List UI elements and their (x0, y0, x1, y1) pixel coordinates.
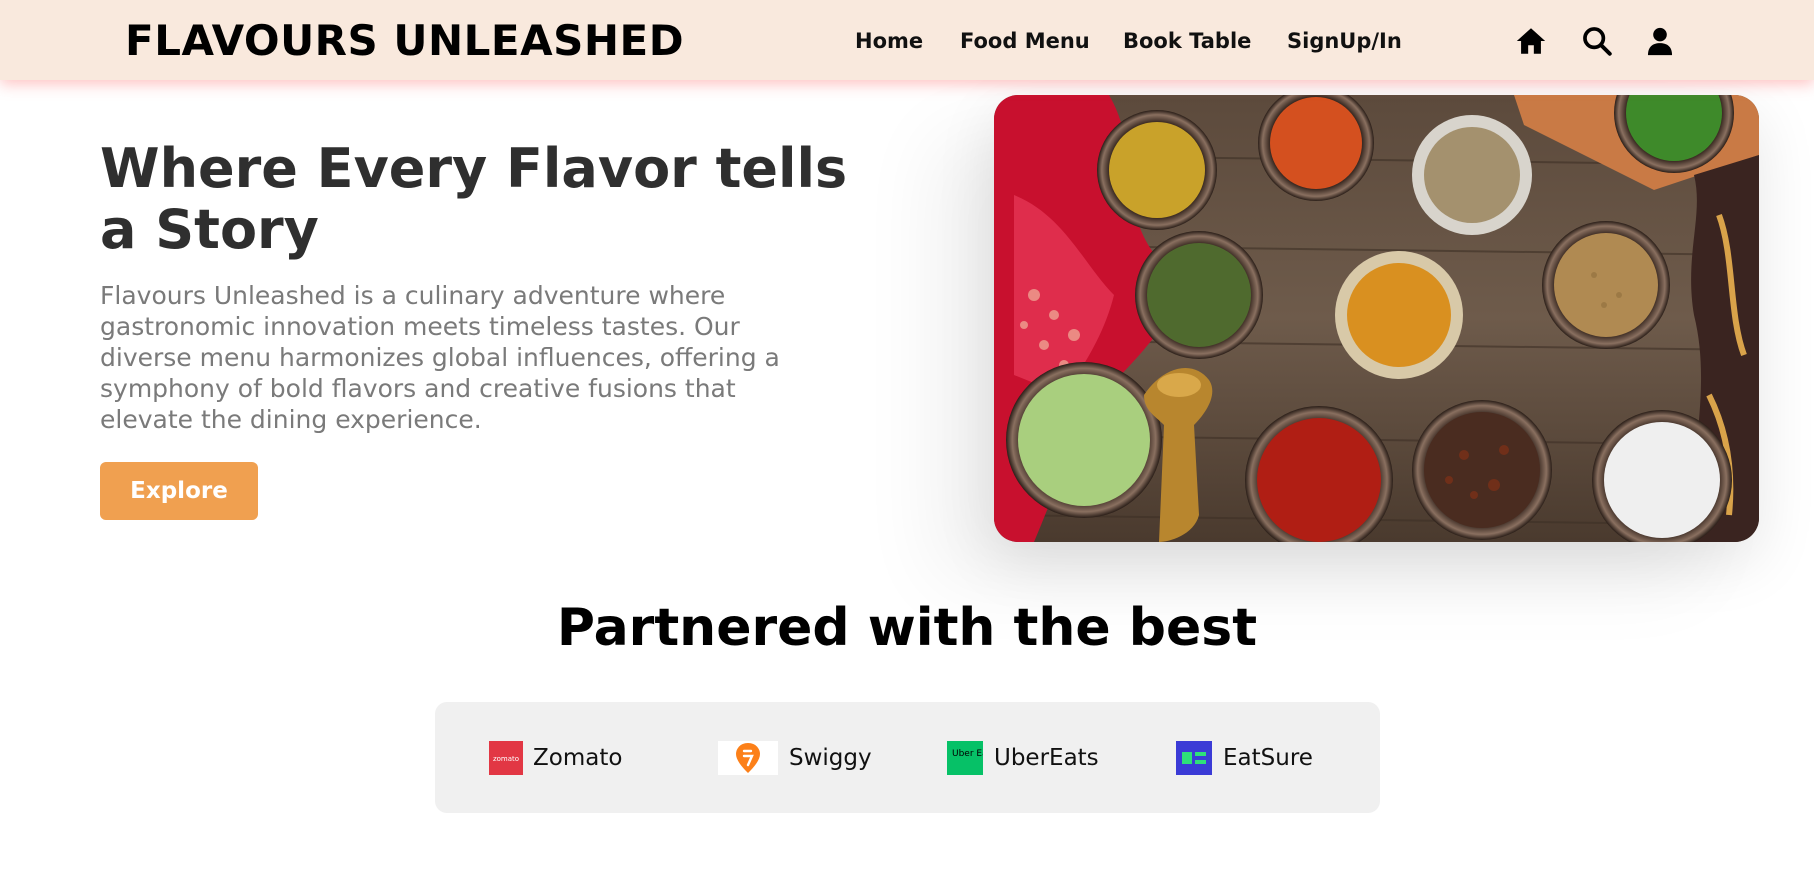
nav-link-signup-in[interactable]: SignUp/In (1287, 28, 1402, 54)
partner-ubereats[interactable]: Uber Eats UberEats (947, 741, 1107, 775)
partner-name: EatSure (1223, 745, 1313, 771)
nav-link-food-menu[interactable]: Food Menu (960, 28, 1090, 54)
hero-spices-image (994, 95, 1759, 542)
zomato-logo-icon: zomato (489, 741, 523, 775)
user-icon[interactable] (1643, 24, 1677, 58)
partners-bar: zomato Zomato Swiggy Uber Eats UberEats … (435, 702, 1380, 813)
hero-title: Where Every Flavor tells a Story (100, 137, 848, 261)
partners-title: Partnered with the best (556, 598, 1258, 658)
search-icon[interactable] (1580, 24, 1614, 58)
partner-name: Swiggy (789, 745, 872, 771)
nav-link-book-table[interactable]: Book Table (1123, 28, 1251, 54)
nav-link-home[interactable]: Home (855, 28, 923, 54)
partner-name: UberEats (994, 745, 1099, 771)
partner-eatsure[interactable]: EatSure (1176, 741, 1326, 775)
eatsure-logo-icon (1176, 741, 1212, 775)
hero-description: Flavours Unleashed is a culinary adventu… (100, 281, 780, 434)
swiggy-logo-icon (718, 741, 778, 775)
partner-name: Zomato (533, 745, 623, 771)
svg-text:Uber Eats: Uber Eats (952, 749, 983, 759)
svg-text:zomato: zomato (493, 755, 519, 763)
explore-button[interactable]: Explore (100, 462, 258, 520)
ubereats-logo-icon: Uber Eats (947, 741, 983, 775)
partner-zomato[interactable]: zomato Zomato (489, 741, 629, 775)
navbar: FLAVOURS UNLEASHED Home Food Menu Book T… (0, 0, 1814, 80)
partner-swiggy[interactable]: Swiggy (718, 741, 888, 775)
brand-logo[interactable]: FLAVOURS UNLEASHED (125, 14, 684, 68)
home-icon[interactable] (1514, 24, 1548, 58)
